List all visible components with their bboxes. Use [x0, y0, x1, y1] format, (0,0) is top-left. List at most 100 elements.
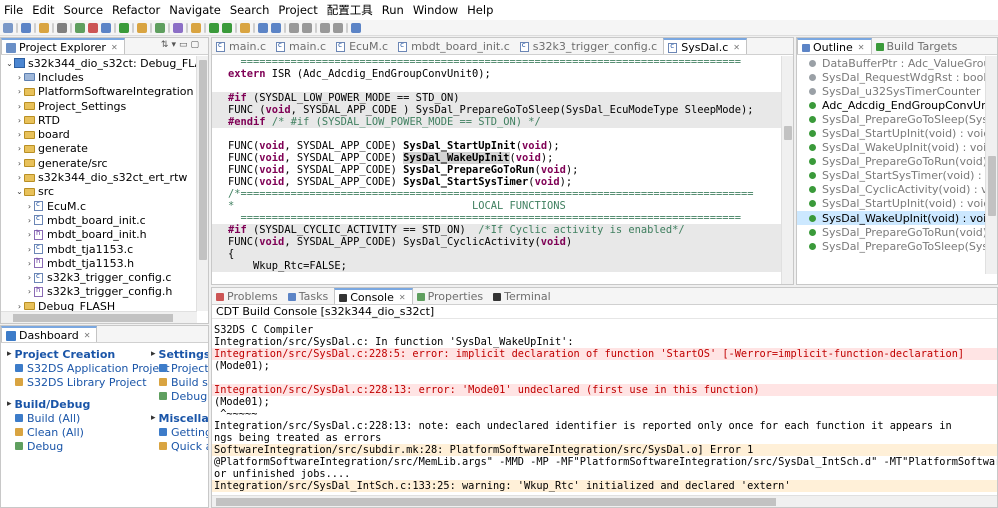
dashboard-section-title[interactable]: Project Creation: [7, 347, 170, 361]
tree-item[interactable]: › Includes: [5, 70, 208, 84]
tree-item[interactable]: › mbdt_board_init.c: [5, 213, 208, 227]
toolbar-button[interactable]: [320, 22, 330, 33]
tree-item[interactable]: › EcuM.c: [5, 199, 208, 213]
outline-item[interactable]: SysDal_u32SysTimerCounter : vol: [797, 84, 997, 98]
outline-vscrollbar[interactable]: [985, 56, 997, 274]
toolbar-button[interactable]: [57, 22, 67, 33]
toolbar-button[interactable]: [240, 22, 250, 33]
dashboard-section-title[interactable]: Settings: [151, 347, 208, 361]
toolbar-button[interactable]: [222, 22, 232, 33]
outline-item[interactable]: SysDal_StartSysTimer(void) : void: [797, 169, 997, 183]
editor-tab[interactable]: mbdt_board_init.c: [394, 38, 516, 54]
menu-item-10[interactable]: Help: [467, 3, 493, 17]
toolbar-button[interactable]: [70, 22, 72, 33]
console-output[interactable]: S32DS C Compiler Integration/src/SysDal.c…: [212, 321, 997, 495]
outline-tab[interactable]: Outline ✕: [797, 38, 872, 54]
tree-item[interactable]: › s32k3_trigger_config.h: [5, 285, 208, 299]
editor-tab[interactable]: main.c: [212, 38, 272, 54]
dashboard-link[interactable]: S32DS Application Project: [7, 361, 170, 375]
toolbar-button[interactable]: [137, 22, 147, 33]
toolbar-button[interactable]: [204, 22, 206, 33]
tab-project-explorer[interactable]: Project Explorer ✕: [1, 38, 125, 54]
tab-dashboard[interactable]: Dashboard ✕: [1, 326, 98, 342]
collapse-icon[interactable]: ⌄: [15, 187, 24, 196]
view-menu-icon[interactable]: ⇅▾▭▢: [161, 40, 202, 50]
outline-item[interactable]: SysDal_StartUpInit(void) : void: [797, 126, 997, 140]
tree-item[interactable]: › Project_Settings: [5, 99, 208, 113]
bottom-tab[interactable]: Terminal: [489, 288, 557, 304]
outline-item[interactable]: SysDal_RequestWdgRst : boolean: [797, 70, 997, 84]
expand-icon[interactable]: ›: [25, 230, 34, 239]
menu-item-4[interactable]: Navigate: [169, 3, 221, 17]
dashboard-link[interactable]: Project sett: [151, 361, 208, 375]
toolbar-button[interactable]: [52, 22, 54, 33]
outline-item[interactable]: Adc_Adcdig_EndGroupConvUnit0(: [797, 98, 997, 112]
tree-item[interactable]: › s32k344_dio_s32ct_ert_rtw: [5, 170, 208, 184]
toolbar-button[interactable]: [3, 22, 13, 33]
tree-item[interactable]: ⌄ src: [5, 185, 208, 199]
editor-tab[interactable]: main.c: [272, 38, 332, 54]
menu-item-7[interactable]: 配置工具: [327, 2, 373, 18]
editor-tab[interactable]: SysDal.c ✕: [663, 38, 747, 54]
tree-item[interactable]: › RTD: [5, 113, 208, 127]
explorer-hscrollbar[interactable]: [1, 311, 197, 323]
tree-item[interactable]: › generate: [5, 142, 208, 156]
toolbar-button[interactable]: [155, 22, 165, 33]
expand-icon[interactable]: ›: [15, 73, 24, 82]
editor-text-area[interactable]: ========================================…: [212, 56, 783, 284]
toolbar-button[interactable]: [150, 22, 152, 33]
dashboard-link[interactable]: S32DS Library Project: [7, 375, 170, 389]
expand-icon[interactable]: ›: [15, 159, 24, 168]
editor-tab[interactable]: EcuM.c: [332, 38, 394, 54]
tree-item[interactable]: › mbdt_board_init.h: [5, 228, 208, 242]
tree-item[interactable]: › mbdt_tja1153.c: [5, 242, 208, 256]
tree-item[interactable]: › mbdt_tja1153.h: [5, 256, 208, 270]
toolbar-button[interactable]: [315, 22, 317, 33]
dashboard-link[interactable]: Debug sett: [151, 389, 208, 403]
tree-item[interactable]: › board: [5, 127, 208, 141]
bottom-tab[interactable]: Problems: [212, 288, 284, 304]
expand-icon[interactable]: ›: [25, 259, 34, 268]
expand-icon[interactable]: ›: [25, 202, 34, 211]
toolbar-button[interactable]: [34, 22, 36, 33]
expand-icon[interactable]: ›: [15, 302, 24, 311]
expand-icon[interactable]: ›: [15, 87, 24, 96]
expand-icon[interactable]: ›: [25, 287, 34, 296]
toolbar-button[interactable]: [101, 22, 111, 33]
expand-icon[interactable]: ›: [15, 102, 24, 111]
menu-item-9[interactable]: Window: [413, 3, 458, 17]
toolbar-button[interactable]: [173, 22, 183, 33]
bottom-tab[interactable]: Tasks: [284, 288, 334, 304]
toolbar-button[interactable]: [168, 22, 170, 33]
toolbar-button[interactable]: [235, 22, 237, 33]
outline-item[interactable]: SysDal_WakeUpInit(void) : void: [797, 141, 997, 155]
menu-item-1[interactable]: Edit: [32, 3, 54, 17]
toolbar-button[interactable]: [132, 22, 134, 33]
toolbar-button[interactable]: [119, 22, 129, 33]
toolbar-button[interactable]: [258, 22, 268, 33]
expand-icon[interactable]: ›: [25, 245, 34, 254]
close-icon[interactable]: ✕: [399, 293, 406, 302]
dashboard-section-title[interactable]: Build/Debug: [7, 397, 91, 411]
toolbar-button[interactable]: [88, 22, 98, 33]
editor-tab[interactable]: s32k3_trigger_config.c: [516, 38, 663, 54]
toolbar-button[interactable]: [114, 22, 116, 33]
toolbar-button[interactable]: [16, 22, 18, 33]
menu-item-3[interactable]: Refactor: [112, 3, 160, 17]
toolbar-button[interactable]: [253, 22, 255, 33]
toolbar-button[interactable]: [75, 22, 85, 33]
close-icon[interactable]: ✕: [858, 43, 865, 52]
expand-icon[interactable]: ›: [15, 116, 24, 125]
expand-icon[interactable]: ›: [15, 144, 24, 153]
expand-icon[interactable]: ›: [25, 273, 34, 282]
expand-icon[interactable]: ›: [15, 173, 24, 182]
dashboard-link[interactable]: Debug: [7, 439, 90, 453]
toolbar-button[interactable]: [186, 22, 188, 33]
outline-tab[interactable]: Build Targets: [872, 38, 964, 54]
menu-item-2[interactable]: Source: [64, 3, 104, 17]
toolbar-button[interactable]: [209, 22, 219, 33]
toolbar-button[interactable]: [302, 22, 312, 33]
close-icon[interactable]: ✕: [111, 43, 118, 52]
dashboard-section-title[interactable]: Miscellane: [151, 411, 208, 425]
toolbar-button[interactable]: [191, 22, 201, 33]
